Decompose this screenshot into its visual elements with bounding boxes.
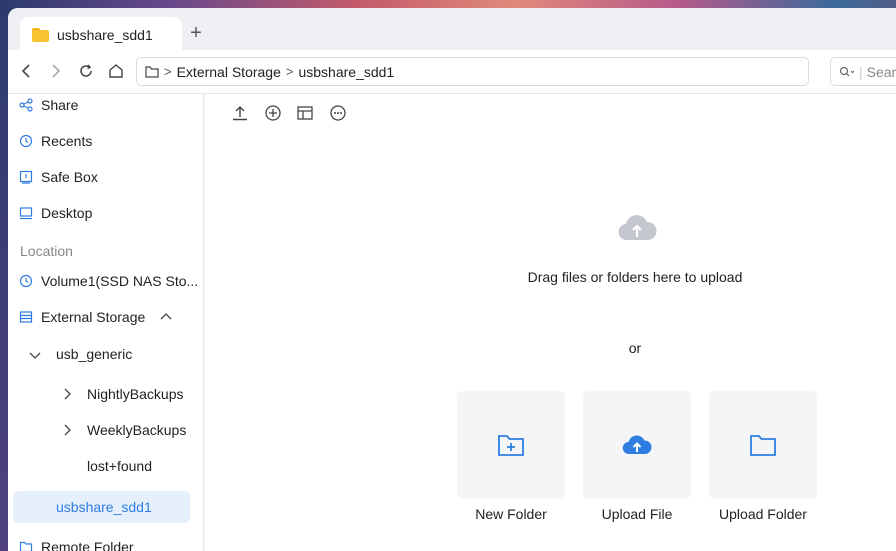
sidebar-item-volume1[interactable]: Volume1(SSD NAS Sto... bbox=[8, 265, 204, 297]
tab-bar: usbshare_sdd1 + bbox=[8, 8, 896, 52]
sidebar-item-usbshare-sdd1[interactable]: usbshare_sdd1 bbox=[13, 491, 190, 523]
desktop-icon bbox=[19, 207, 33, 220]
chevron-left-icon bbox=[21, 64, 30, 78]
sidebar: Share Recents Safe Box Desktop Location … bbox=[8, 94, 204, 551]
sidebar-item-nightlybackups[interactable]: NightlyBackups bbox=[8, 378, 204, 410]
cloud-upload-icon bbox=[618, 215, 657, 241]
sidebar-item-external-storage[interactable]: External Storage bbox=[8, 301, 204, 333]
chevron-up-icon[interactable] bbox=[160, 312, 172, 322]
sidebar-item-lost-found[interactable]: lost+found bbox=[8, 450, 204, 482]
new-folder-icon bbox=[498, 435, 524, 456]
sidebar-item-label: NightlyBackups bbox=[87, 386, 184, 402]
folder-icon bbox=[32, 27, 49, 42]
safe-box-icon bbox=[19, 170, 33, 184]
sidebar-item-usb-generic[interactable]: usb_generic bbox=[8, 338, 204, 370]
sidebar-item-label: Safe Box bbox=[41, 169, 98, 185]
upload-folder-button[interactable] bbox=[709, 391, 817, 499]
upload-folder-label: Upload Folder bbox=[719, 506, 807, 522]
breadcrumb-usbshare[interactable]: usbshare_sdd1 bbox=[298, 64, 394, 80]
sidebar-item-label: Share bbox=[41, 97, 79, 113]
navigation-bar: > External Storage > usbshare_sdd1 | Sea… bbox=[8, 50, 896, 94]
search-icon bbox=[839, 66, 855, 76]
upload-file-label: Upload File bbox=[601, 506, 673, 522]
search-placeholder: Sear bbox=[866, 63, 896, 80]
view-mode-icon[interactable] bbox=[296, 104, 314, 122]
share-icon bbox=[19, 98, 33, 112]
location-section-label: Location bbox=[20, 243, 73, 259]
sidebar-item-label: Recents bbox=[41, 133, 93, 149]
chevron-down-icon[interactable] bbox=[29, 350, 41, 360]
refresh-icon bbox=[80, 64, 92, 77]
breadcrumb-external-storage[interactable]: External Storage bbox=[177, 64, 281, 80]
volume-icon bbox=[19, 274, 33, 288]
sidebar-item-label: External Storage bbox=[41, 309, 146, 325]
search-input[interactable]: | Sear bbox=[830, 57, 896, 86]
new-tab-button[interactable]: + bbox=[186, 23, 206, 43]
upload-folder-icon bbox=[750, 435, 776, 456]
sidebar-item-label: WeeklyBackups bbox=[87, 422, 187, 438]
refresh-button[interactable] bbox=[75, 60, 97, 82]
address-bar[interactable]: > External Storage > usbshare_sdd1 bbox=[136, 57, 809, 86]
sidebar-item-label: Desktop bbox=[41, 205, 93, 221]
sidebar-item-label: usbshare_sdd1 bbox=[56, 499, 152, 515]
external-storage-icon bbox=[19, 311, 33, 323]
folder-outline-icon bbox=[145, 65, 159, 78]
sidebar-item-label: usb_generic bbox=[56, 346, 133, 362]
chevron-right-icon bbox=[52, 64, 61, 78]
breadcrumb-separator-icon: > bbox=[285, 64, 294, 79]
upload-file-icon bbox=[622, 435, 652, 455]
tab-title: usbshare_sdd1 bbox=[57, 26, 153, 43]
sidebar-item-safe-box[interactable]: Safe Box bbox=[8, 161, 204, 193]
file-manager-window: usbshare_sdd1 + > External Storage > usb… bbox=[8, 8, 896, 551]
upload-file-button[interactable] bbox=[583, 391, 691, 499]
search-divider: | bbox=[859, 63, 863, 80]
or-divider: or bbox=[628, 340, 642, 356]
more-options-icon[interactable] bbox=[329, 104, 347, 122]
main-content: Drag files or folders here to upload or … bbox=[205, 94, 896, 551]
sidebar-item-label: Remote Folder bbox=[41, 539, 134, 551]
sidebar-item-desktop[interactable]: Desktop bbox=[8, 197, 204, 229]
sidebar-item-share[interactable]: Share bbox=[8, 89, 204, 121]
home-button[interactable] bbox=[105, 60, 127, 82]
drag-drop-hint: Drag files or folders here to upload bbox=[527, 269, 743, 285]
sidebar-item-weeklybackups[interactable]: WeeklyBackups bbox=[8, 414, 204, 446]
new-folder-button[interactable] bbox=[457, 391, 565, 499]
sidebar-item-recents[interactable]: Recents bbox=[8, 125, 204, 157]
new-folder-label: New Folder bbox=[475, 506, 547, 522]
upload-icon[interactable] bbox=[231, 104, 249, 122]
tab-usbshare[interactable]: usbshare_sdd1 bbox=[20, 17, 182, 52]
chevron-right-icon[interactable] bbox=[62, 388, 72, 400]
home-icon bbox=[109, 64, 123, 78]
add-circle-icon[interactable] bbox=[264, 104, 282, 122]
sidebar-item-remote-folder[interactable]: Remote Folder bbox=[8, 531, 204, 551]
breadcrumb-separator-icon: > bbox=[164, 64, 172, 79]
forward-button[interactable] bbox=[45, 60, 67, 82]
remote-folder-icon bbox=[19, 541, 33, 551]
sidebar-item-label: Volume1(SSD NAS Sto... bbox=[41, 273, 199, 289]
sidebar-item-label: lost+found bbox=[87, 458, 152, 474]
clock-icon bbox=[19, 134, 33, 148]
chevron-right-icon[interactable] bbox=[62, 424, 72, 436]
back-button[interactable] bbox=[15, 60, 37, 82]
